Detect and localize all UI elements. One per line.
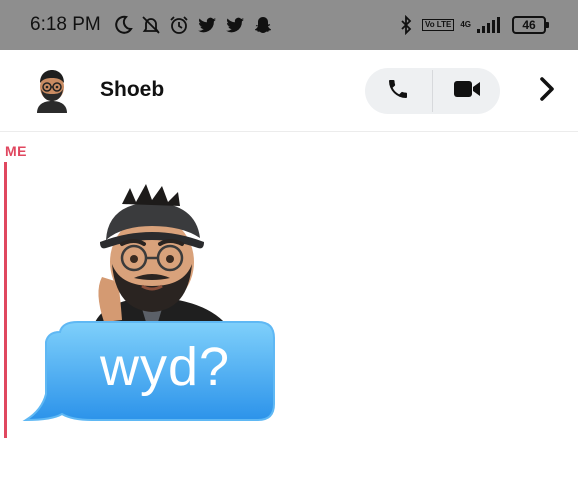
- voice-call-button[interactable]: [365, 68, 432, 114]
- call-actions: [365, 68, 500, 114]
- chat-header: Shoeb: [0, 50, 578, 132]
- volte-icon: Vo LTE: [421, 19, 455, 31]
- status-left: 6:18 PM: [30, 0, 273, 50]
- network-label: 4G: [460, 20, 471, 29]
- avatar[interactable]: [33, 67, 71, 113]
- battery-level: 46: [522, 18, 536, 32]
- phone-icon: [386, 77, 410, 106]
- sticker-text: wyd?: [99, 337, 231, 397]
- snapchat-icon: [253, 15, 273, 35]
- status-right: Vo LTE 4G 46: [396, 0, 549, 50]
- bluetooth-icon: [396, 14, 416, 36]
- chevron-right-button[interactable]: [532, 74, 562, 108]
- muted-bell-icon: [141, 15, 161, 35]
- twitter-icon: [197, 15, 217, 35]
- chevron-right-icon: [538, 76, 556, 107]
- network-indicator: 4G: [460, 21, 471, 29]
- sender-accent-bar: [4, 162, 7, 438]
- alarm-icon: [169, 15, 189, 35]
- video-camera-icon: [453, 78, 481, 105]
- sender-label: ME: [5, 143, 27, 159]
- status-bar: 6:18 PM Vo LTE 4G 46: [0, 0, 578, 50]
- status-time: 6:18 PM: [30, 14, 101, 35]
- signal-icon: [477, 17, 500, 33]
- video-call-button[interactable]: [433, 68, 500, 114]
- moon-icon: [113, 15, 133, 35]
- battery-icon: 46: [512, 16, 549, 34]
- contact-name[interactable]: Shoeb: [100, 78, 164, 102]
- twitter-icon: [225, 15, 245, 35]
